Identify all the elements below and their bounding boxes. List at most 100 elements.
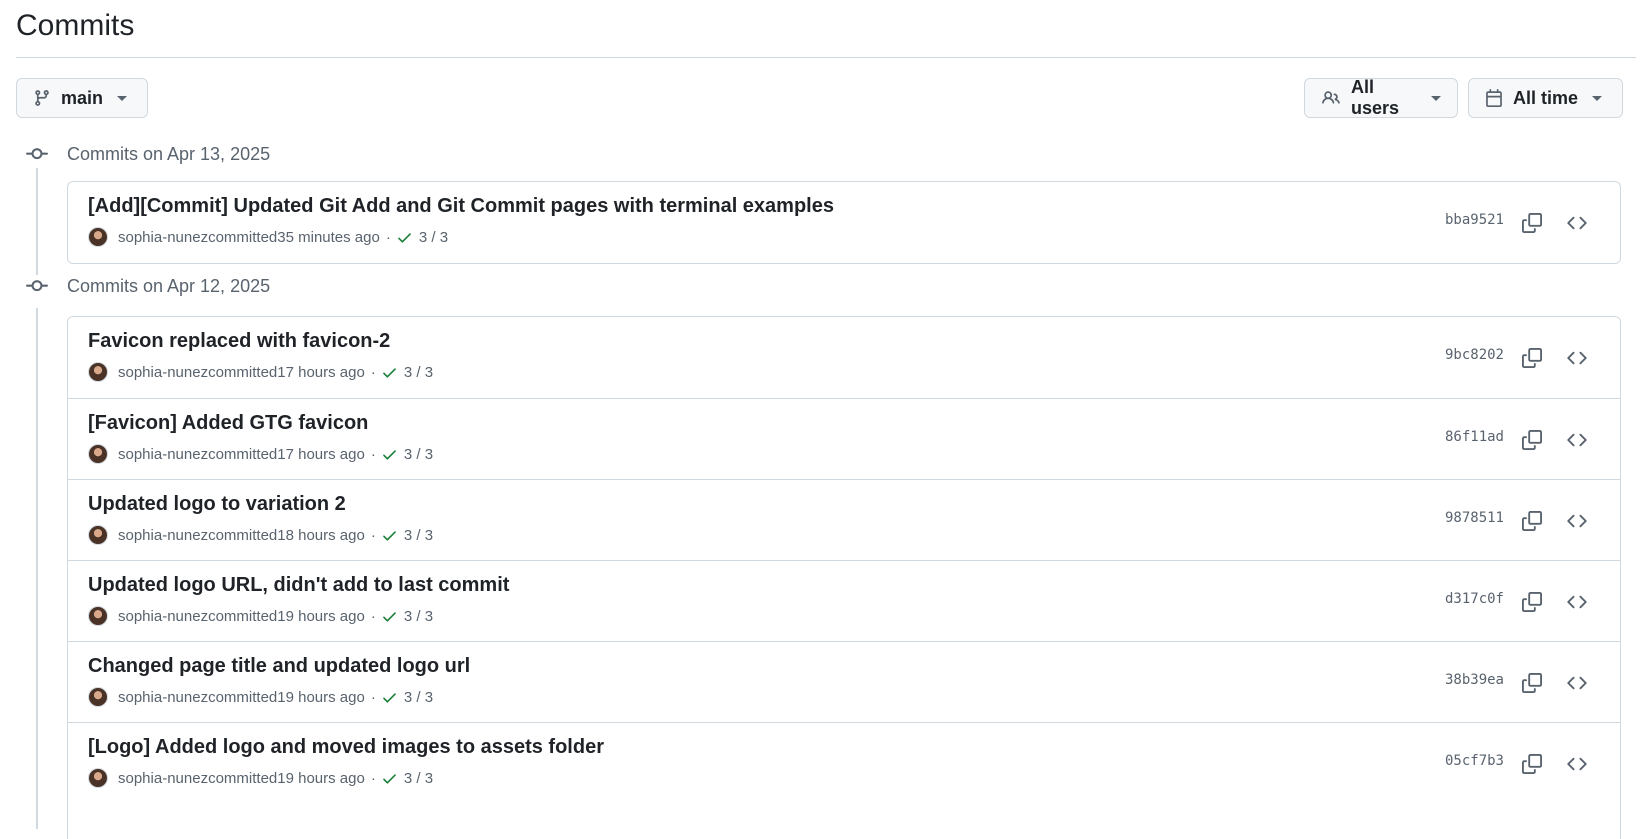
avatar[interactable] xyxy=(88,768,108,788)
commit-group-header: Commits on Apr 12, 2025 xyxy=(26,274,270,298)
copy-icon[interactable] xyxy=(1517,208,1547,238)
meta-separator: · xyxy=(370,769,376,787)
branch-select-button[interactable]: main xyxy=(16,78,148,118)
commit-row: [Add][Commit] Updated Git Add and Git Co… xyxy=(68,182,1620,263)
commit-message-link[interactable]: Updated logo to variation 2 xyxy=(88,493,346,516)
code-browse-icon[interactable] xyxy=(1562,749,1592,779)
meta-separator: · xyxy=(370,688,376,706)
checks-status[interactable]: 3 / 3 xyxy=(404,608,433,625)
commit-author-link[interactable]: sophia-nunez xyxy=(118,608,208,625)
checks-status[interactable]: 3 / 3 xyxy=(419,229,448,246)
check-icon[interactable] xyxy=(381,364,398,381)
avatar[interactable] xyxy=(88,606,108,626)
checks-status[interactable]: 3 / 3 xyxy=(404,770,433,787)
commit-meta: sophia-nunez committed 35 minutes ago · 3 … xyxy=(88,227,448,247)
users-filter-button[interactable]: All users xyxy=(1304,77,1458,118)
copy-icon[interactable] xyxy=(1517,749,1547,779)
commit-author-link[interactable]: sophia-nunez xyxy=(118,689,208,706)
timeline-line xyxy=(36,168,38,278)
checks-status[interactable]: 3 / 3 xyxy=(404,689,433,706)
copy-icon[interactable] xyxy=(1517,506,1547,536)
commit-sha-link[interactable]: 38b39ea xyxy=(1445,672,1504,688)
meta-separator: · xyxy=(370,526,376,544)
code-browse-icon[interactable] xyxy=(1562,587,1592,617)
commits-page: Commits main All users All time Commits … xyxy=(0,0,1652,839)
commit-author-link[interactable]: sophia-nunez xyxy=(118,364,208,381)
commit-author-link[interactable]: sophia-nunez xyxy=(118,770,208,787)
code-browse-icon[interactable] xyxy=(1562,425,1592,455)
checks-status[interactable]: 3 / 3 xyxy=(404,446,433,463)
commit-meta: sophia-nunez committed 19 hours ago · 3 / … xyxy=(88,768,433,788)
people-icon xyxy=(1321,89,1341,107)
code-browse-icon[interactable] xyxy=(1562,343,1592,373)
commit-group-date: Commits on Apr 13, 2025 xyxy=(67,143,271,164)
commit-time: 17 hours ago xyxy=(277,363,365,381)
caret-down-icon xyxy=(1592,95,1603,101)
commit-message-link[interactable]: Changed page title and updated logo url xyxy=(88,655,470,678)
commit-time: 19 hours ago xyxy=(277,607,365,625)
commit-time: 19 hours ago xyxy=(277,769,365,787)
commit-sha-link[interactable]: 86f11ad xyxy=(1445,429,1504,445)
check-icon[interactable] xyxy=(381,608,398,625)
copy-icon[interactable] xyxy=(1517,587,1547,617)
check-icon[interactable] xyxy=(381,527,398,544)
commit-row: Updated logo to variation 2 sophia-nunez … xyxy=(68,479,1620,560)
commit-row: Updated logo URL, didn't add to last com… xyxy=(68,560,1620,641)
commit-message-link[interactable]: [Add][Commit] Updated Git Add and Git Co… xyxy=(88,195,834,218)
commit-row: Favicon replaced with favicon-2 sophia-nu… xyxy=(68,317,1620,398)
commit-time: 19 hours ago xyxy=(277,688,365,706)
commit-author-link[interactable]: sophia-nunez xyxy=(118,527,208,544)
git-branch-icon xyxy=(33,89,51,107)
avatar[interactable] xyxy=(88,687,108,707)
commit-author-link[interactable]: sophia-nunez xyxy=(118,229,208,246)
commit-action: committed xyxy=(208,688,278,706)
code-browse-icon[interactable] xyxy=(1562,506,1592,536)
meta-separator: · xyxy=(370,363,376,381)
commit-sha-link[interactable]: 9878511 xyxy=(1445,510,1504,526)
commit-message-link[interactable]: Favicon replaced with favicon-2 xyxy=(88,330,390,353)
commit-action: committed xyxy=(208,607,278,625)
time-filter-label: All time xyxy=(1513,87,1579,108)
timeline-line xyxy=(36,308,38,829)
commit-action: committed xyxy=(208,445,278,463)
commit-list: [Add][Commit] Updated Git Add and Git Co… xyxy=(67,181,1621,264)
time-filter-button[interactable]: All time xyxy=(1468,78,1623,118)
commit-action: committed xyxy=(208,363,278,381)
meta-separator: · xyxy=(385,228,391,246)
commit-group-header: Commits on Apr 13, 2025 xyxy=(26,142,270,166)
commit-sha-link[interactable]: d317c0f xyxy=(1445,591,1504,607)
commit-message-link[interactable]: [Logo] Added logo and moved images to as… xyxy=(88,736,604,759)
users-filter-label: All users xyxy=(1351,77,1400,118)
avatar[interactable] xyxy=(88,444,108,464)
commit-action: committed xyxy=(208,769,278,787)
checks-status[interactable]: 3 / 3 xyxy=(404,364,433,381)
commit-sha-link[interactable]: bba9521 xyxy=(1445,212,1504,228)
caret-down-icon xyxy=(117,95,128,101)
check-icon[interactable] xyxy=(396,229,413,246)
code-browse-icon[interactable] xyxy=(1562,208,1592,238)
commit-group-date: Commits on Apr 12, 2025 xyxy=(67,275,271,296)
avatar[interactable] xyxy=(88,362,108,382)
calendar-icon xyxy=(1485,89,1503,107)
commit-sha-link[interactable]: 9bc8202 xyxy=(1445,347,1504,363)
commit-sha-link[interactable]: 05cf7b3 xyxy=(1445,753,1504,769)
caret-down-icon xyxy=(1431,95,1441,101)
commit-message-link[interactable]: [Favicon] Added GTG favicon xyxy=(88,412,368,435)
commit-row: [Favicon] Added GTG favicon sophia-nunez … xyxy=(68,398,1620,479)
code-browse-icon[interactable] xyxy=(1562,668,1592,698)
commit-author-link[interactable]: sophia-nunez xyxy=(118,446,208,463)
commit-meta: sophia-nunez committed 17 hours ago · 3 / … xyxy=(88,444,433,464)
avatar[interactable] xyxy=(88,525,108,545)
copy-icon[interactable] xyxy=(1517,343,1547,373)
check-icon[interactable] xyxy=(381,689,398,706)
check-icon[interactable] xyxy=(381,446,398,463)
copy-icon[interactable] xyxy=(1517,425,1547,455)
commit-time: 35 minutes ago xyxy=(277,228,380,246)
commit-message-link[interactable]: Updated logo URL, didn't add to last com… xyxy=(88,574,509,597)
commit-action: committed xyxy=(208,526,278,544)
avatar[interactable] xyxy=(88,227,108,247)
check-icon[interactable] xyxy=(381,770,398,787)
commit-time: 18 hours ago xyxy=(277,526,365,544)
copy-icon[interactable] xyxy=(1517,668,1547,698)
checks-status[interactable]: 3 / 3 xyxy=(404,527,433,544)
